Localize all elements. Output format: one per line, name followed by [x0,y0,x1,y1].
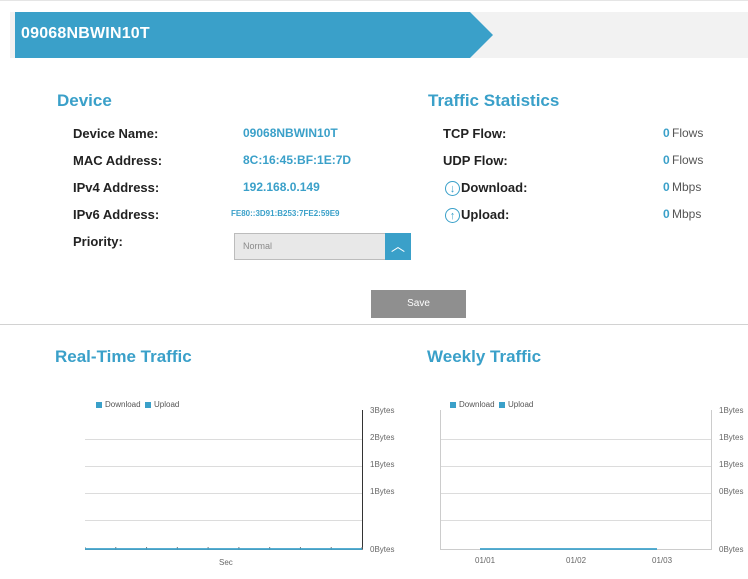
wk-x-tick: 01/02 [566,556,587,565]
rt-y-tick: 3Bytes [370,406,395,415]
udp-flow-value: 0 [663,153,670,167]
udp-flow-label: UDP Flow: [443,153,508,168]
realtime-legend: Download Upload [96,400,179,409]
rt-y-tick: 2Bytes [370,433,395,442]
ipv4-address-label: IPv4 Address: [73,180,160,195]
udp-flow-unit: Flows [672,153,704,167]
wk-y-tick: 0Bytes [719,487,744,496]
wk-x-tick: 01/03 [652,556,673,565]
device-tab-title: 09068NBWIN10T [21,25,150,42]
upload-swatch [499,401,506,408]
download-swatch [96,401,102,408]
legend-upload-label: Upload [508,400,534,409]
upload-icon: ↑ [445,208,460,223]
ipv6-address-value: FE80::3D91:B253:7FE2:59E9 [231,209,340,218]
device-name-value: 09068NBWIN10T [243,126,338,140]
wk-y-tick: 1Bytes [719,406,744,415]
priority-label: Priority: [73,234,123,249]
rt-y-tick: 1Bytes [370,460,395,469]
legend-download-label: Download [459,400,495,409]
rt-x-axis-label: Sec [219,558,233,567]
traffic-statistics-title: Traffic Statistics [428,91,560,110]
realtime-chart-svg [85,410,363,550]
rt-y-tick: 0Bytes [370,545,395,554]
ipv4-address-value: 192.168.0.149 [243,180,320,194]
tcp-flow-label: TCP Flow: [443,126,507,141]
tcp-flow-value: 0 [663,126,670,140]
wk-y-tick: 1Bytes [719,433,744,442]
top-border [0,0,748,1]
download-icon: ↓ [445,181,460,196]
device-section-title: Device [57,91,112,110]
save-button[interactable]: Save [371,290,466,318]
weekly-chart-svg [440,410,712,550]
upload-unit: Mbps [672,207,702,221]
mac-address-value: 8C:16:45:BF:1E:7D [243,153,352,167]
download-swatch [450,401,456,408]
mac-address-label: MAC Address: [73,153,163,168]
upload-value: 0 [663,207,670,221]
device-name-label: Device Name: [73,126,159,141]
priority-select[interactable]: Normal ︿ [234,233,411,260]
ipv6-address-label: IPv6 Address: [73,207,160,222]
download-label: Download: [461,180,528,195]
wk-y-tick: 1Bytes [719,460,744,469]
realtime-traffic-title: Real-Time Traffic [55,347,192,366]
wk-x-tick: 01/01 [475,556,496,565]
legend-upload-label: Upload [154,400,180,409]
wk-y-tick: 0Bytes [719,545,744,554]
rt-y-tick: 1Bytes [370,487,395,496]
priority-selected-value: Normal [243,241,273,251]
legend-download-label: Download [105,400,141,409]
weekly-traffic-title: Weekly Traffic [427,347,542,366]
tcp-flow-unit: Flows [672,126,704,140]
weekly-legend: Download Upload [450,400,533,409]
realtime-chart-area [85,410,363,550]
weekly-chart-area [440,410,712,550]
download-value: 0 [663,180,670,194]
download-unit: Mbps [672,180,702,194]
section-divider [0,324,748,325]
chevron-up-icon[interactable]: ︿ [385,233,411,260]
upload-label: Upload: [461,207,510,222]
upload-swatch [145,401,152,408]
